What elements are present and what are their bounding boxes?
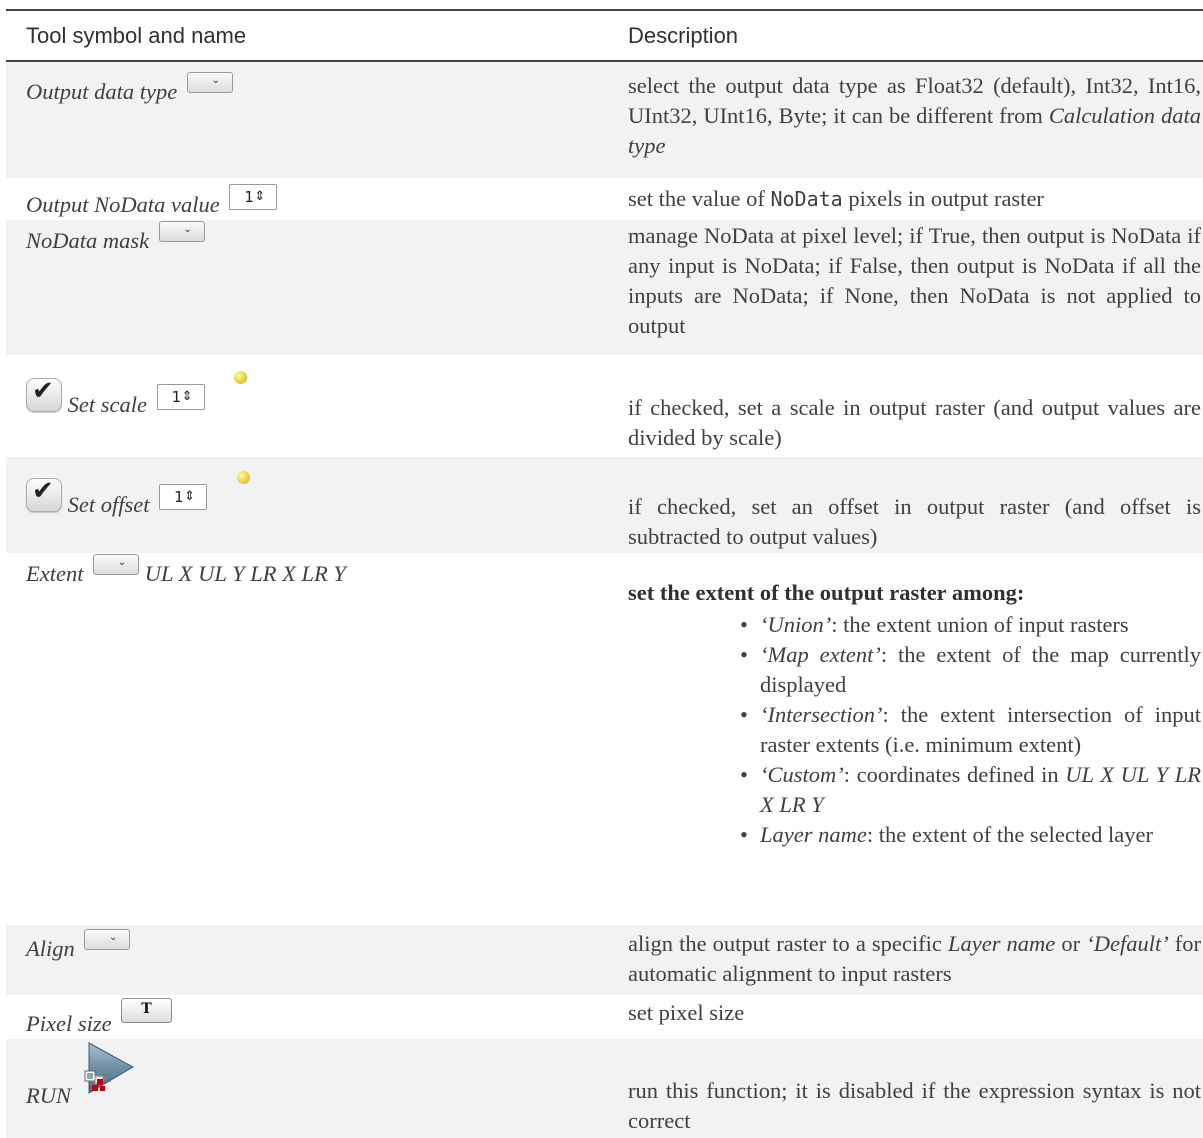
tool-name: Align <box>26 936 75 961</box>
checkbox-checked-icon[interactable]: ✔ <box>26 376 62 412</box>
tool-name: Set offset <box>67 492 150 517</box>
extent-options-list: ‘Union’: the extent union of input raste… <box>628 610 1201 850</box>
header-description: Description <box>606 9 1203 62</box>
description-cell: if checked, set an offset in output rast… <box>606 457 1203 553</box>
tool-name: Pixel size <box>26 1011 112 1036</box>
table-row: ✔ Set offset 1 ⇕ if checked, set an offse… <box>6 457 1203 553</box>
table-row: Pixel size T set pixel size <box>6 995 1203 1039</box>
table-row: Extent ⌄ UL X UL Y LR X LR Y set the ext… <box>6 553 1203 925</box>
table-row: RUN run this function; it is disabled if… <box>6 1039 1203 1138</box>
description-cell: set the extent of the output raster amon… <box>606 553 1203 925</box>
spinbox-icon[interactable]: 1 ⇕ <box>156 384 205 410</box>
tool-name-cell: Extent ⌄ UL X UL Y LR X LR Y <box>6 553 606 925</box>
tool-name-cell: ✔ Set scale 1 ⇕ <box>6 355 606 457</box>
tool-name: Output data type <box>26 79 178 104</box>
table-row: ✔ Set scale 1 ⇕ if checked, set a scale i… <box>6 355 1203 457</box>
description-text: if checked, set an offset in output rast… <box>628 494 1201 549</box>
description-text: align the output raster to a specific <box>628 931 942 956</box>
tool-name-cell: NoData mask ⌄ <box>6 220 606 355</box>
tool-name: RUN <box>26 1083 71 1108</box>
spinbox-icon[interactable]: 1 ⇕ <box>229 184 278 210</box>
tool-name-cell: RUN <box>6 1039 606 1138</box>
description-text: set pixel size <box>628 1000 745 1025</box>
tool-name-cell: Align ⌄ <box>6 925 606 995</box>
dropdown-icon[interactable]: ⌄ <box>186 72 233 93</box>
tool-reference-table: Tool symbol and name Description Output … <box>6 9 1203 1138</box>
description-cell: select the output data type as Float32 (… <box>606 61 1203 178</box>
tool-name-cell: Output NoData value 1 ⇕ <box>6 178 606 220</box>
list-item: ‘Union’: the extent union of input raste… <box>740 610 1201 640</box>
yellow-status-dot-icon <box>236 471 250 484</box>
tool-name: NoData mask <box>26 228 150 253</box>
list-item: ‘Map extent’: the extent of the map curr… <box>740 640 1201 700</box>
tool-name-cell: ✔ Set offset 1 ⇕ <box>6 457 606 553</box>
tool-name: Set scale <box>67 392 147 417</box>
description-text: run this function; it is disabled if the… <box>628 1078 1201 1133</box>
description-cell: manage NoData at pixel level; if True, t… <box>606 220 1203 355</box>
dropdown-icon[interactable]: ⌄ <box>158 221 205 242</box>
tool-name-coordinates: UL X UL Y LR X LR Y <box>144 561 346 586</box>
table-row: NoData mask ⌄ manage NoData at pixel lev… <box>6 220 1203 355</box>
description-text: or <box>1061 931 1081 956</box>
description-text: set the value of <box>628 186 765 211</box>
tool-name-cell: Output data type ⌄ <box>6 61 606 178</box>
description-text: manage NoData at pixel level; if True, t… <box>628 223 1201 338</box>
dropdown-icon[interactable]: ⌄ <box>84 929 131 950</box>
description-cell: set pixel size <box>606 995 1203 1039</box>
description-italic: ‘Default’ <box>1086 931 1169 956</box>
text-button-icon[interactable]: T <box>121 998 173 1023</box>
description-cell: align the output raster to a specific La… <box>606 925 1203 995</box>
description-text: pixels in output raster <box>848 186 1044 211</box>
extent-description-title: set the extent of the output raster amon… <box>628 580 1025 605</box>
run-arrow-icon[interactable] <box>83 1041 135 1109</box>
header-tool-symbol: Tool symbol and name <box>6 9 606 62</box>
description-cell: if checked, set a scale in output raster… <box>606 355 1203 457</box>
table-row: Align ⌄ align the output raster to a spe… <box>6 925 1203 995</box>
table-row: Output NoData value 1 ⇕ set the value of … <box>6 178 1203 220</box>
tool-name: Extent <box>26 561 84 586</box>
tool-name: Output NoData value <box>26 192 220 217</box>
description-cell: set the value of NoData pixels in output… <box>606 178 1203 220</box>
list-item: Layer name: the extent of the selected l… <box>740 820 1201 850</box>
dropdown-icon[interactable]: ⌄ <box>93 554 140 575</box>
spinbox-icon[interactable]: 1 ⇕ <box>159 484 208 510</box>
yellow-status-dot-icon <box>234 371 248 384</box>
table-header-row: Tool symbol and name Description <box>6 9 1203 62</box>
description-text: if checked, set a scale in output raster… <box>628 395 1201 450</box>
checkbox-checked-icon[interactable]: ✔ <box>26 476 62 512</box>
table-row: Output data type ⌄ select the output dat… <box>6 61 1203 178</box>
description-italic: Layer name <box>947 931 1056 956</box>
description-cell: run this function; it is disabled if the… <box>606 1039 1203 1138</box>
code-text: NoData <box>770 187 843 211</box>
list-item: ‘Intersection’: the extent intersection … <box>740 700 1201 760</box>
tool-name-cell: Pixel size T <box>6 995 606 1039</box>
list-item: ‘Custom’: coordinates defined in UL X UL… <box>740 760 1201 820</box>
